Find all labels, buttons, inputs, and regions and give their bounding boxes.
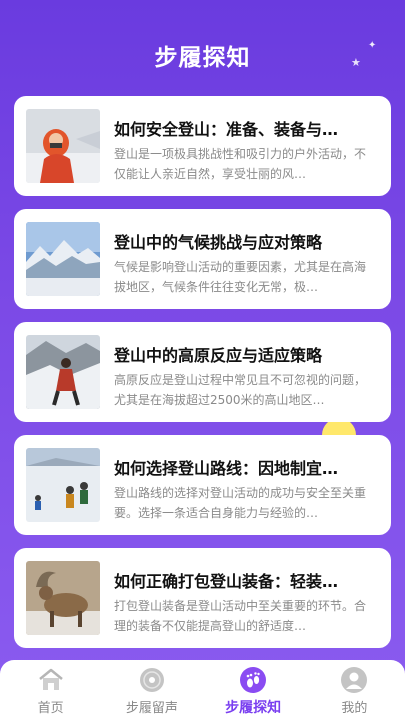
article-title: 如何选择登山路线：因地制宜… [114,459,339,478]
tab-footstep-explore[interactable]: 步履探知 [203,660,304,720]
user-icon [341,667,368,693]
article-thumbnail [26,335,100,409]
footprints-icon [240,667,267,693]
article-card[interactable]: 如何选择登山路线：因地制宜… 登山路线的选择对登山活动的成功与安全至关重要。选择… [14,435,391,535]
article-thumbnail [26,561,100,635]
article-excerpt: 高原反应是登山过程中常见且不可忽视的问题，尤其是在海拔超过2500米的高山地区… [114,373,367,407]
bottom-tab-bar: 首页 步履留声 步履探知 我的 [0,660,405,720]
vinyl-record-icon [139,668,164,692]
tab-home[interactable]: 首页 [0,660,101,720]
tab-footstep-voice[interactable]: 步履留声 [101,660,202,720]
article-excerpt: 气候是影响登山活动的重要因素，尤其是在高海拔地区，气候条件往往变化无常，极… [114,260,367,294]
page-title: 步履探知 [154,45,251,71]
article-title: 如何安全登山：准备、装备与… [114,120,339,139]
tab-label: 步履探知 [225,700,282,716]
tab-mine[interactable]: 我的 [304,660,405,720]
article-card[interactable]: 如何安全登山：准备、装备与… 登山是一项极具挑战性和吸引力的户外活动，不仅能让人… [14,96,391,196]
sparkle-icon: ★ [351,56,361,69]
tab-label: 步履留声 [125,701,178,716]
article-title: 登山中的高原反应与适应策略 [114,346,323,365]
home-icon [38,668,63,690]
article-excerpt: 登山是一项极具挑战性和吸引力的户外活动，不仅能让人亲近自然，享受壮丽的风… [114,147,367,181]
tab-label: 首页 [37,701,64,716]
article-excerpt: 打包登山装备是登山活动中至关重要的环节。合理的装备不仅能提高登山的舒适度… [114,599,367,633]
tab-label: 我的 [341,701,368,716]
article-thumbnail [26,109,100,183]
article-card[interactable]: 如何正确打包登山装备：轻装… 打包登山装备是登山活动中至关重要的环节。合理的装备… [14,548,391,648]
header: 步履探知 ✦ ★ [0,0,405,90]
article-card[interactable]: 登山中的气候挑战与应对策略 气候是影响登山活动的重要因素，尤其是在高海拔地区，气… [14,209,391,309]
sparkle-icon: ✦ [368,40,377,51]
article-thumbnail [26,448,100,522]
article-excerpt: 登山路线的选择对登山活动的成功与安全至关重要。选择一条适合自身能力与经验的… [114,486,367,520]
article-title: 如何正确打包登山装备：轻装… [114,572,339,591]
article-card[interactable]: 登山中的高原反应与适应策略 高原反应是登山过程中常见且不可忽视的问题，尤其是在海… [14,322,391,422]
article-thumbnail [26,222,100,296]
article-title: 登山中的气候挑战与应对策略 [114,233,323,252]
